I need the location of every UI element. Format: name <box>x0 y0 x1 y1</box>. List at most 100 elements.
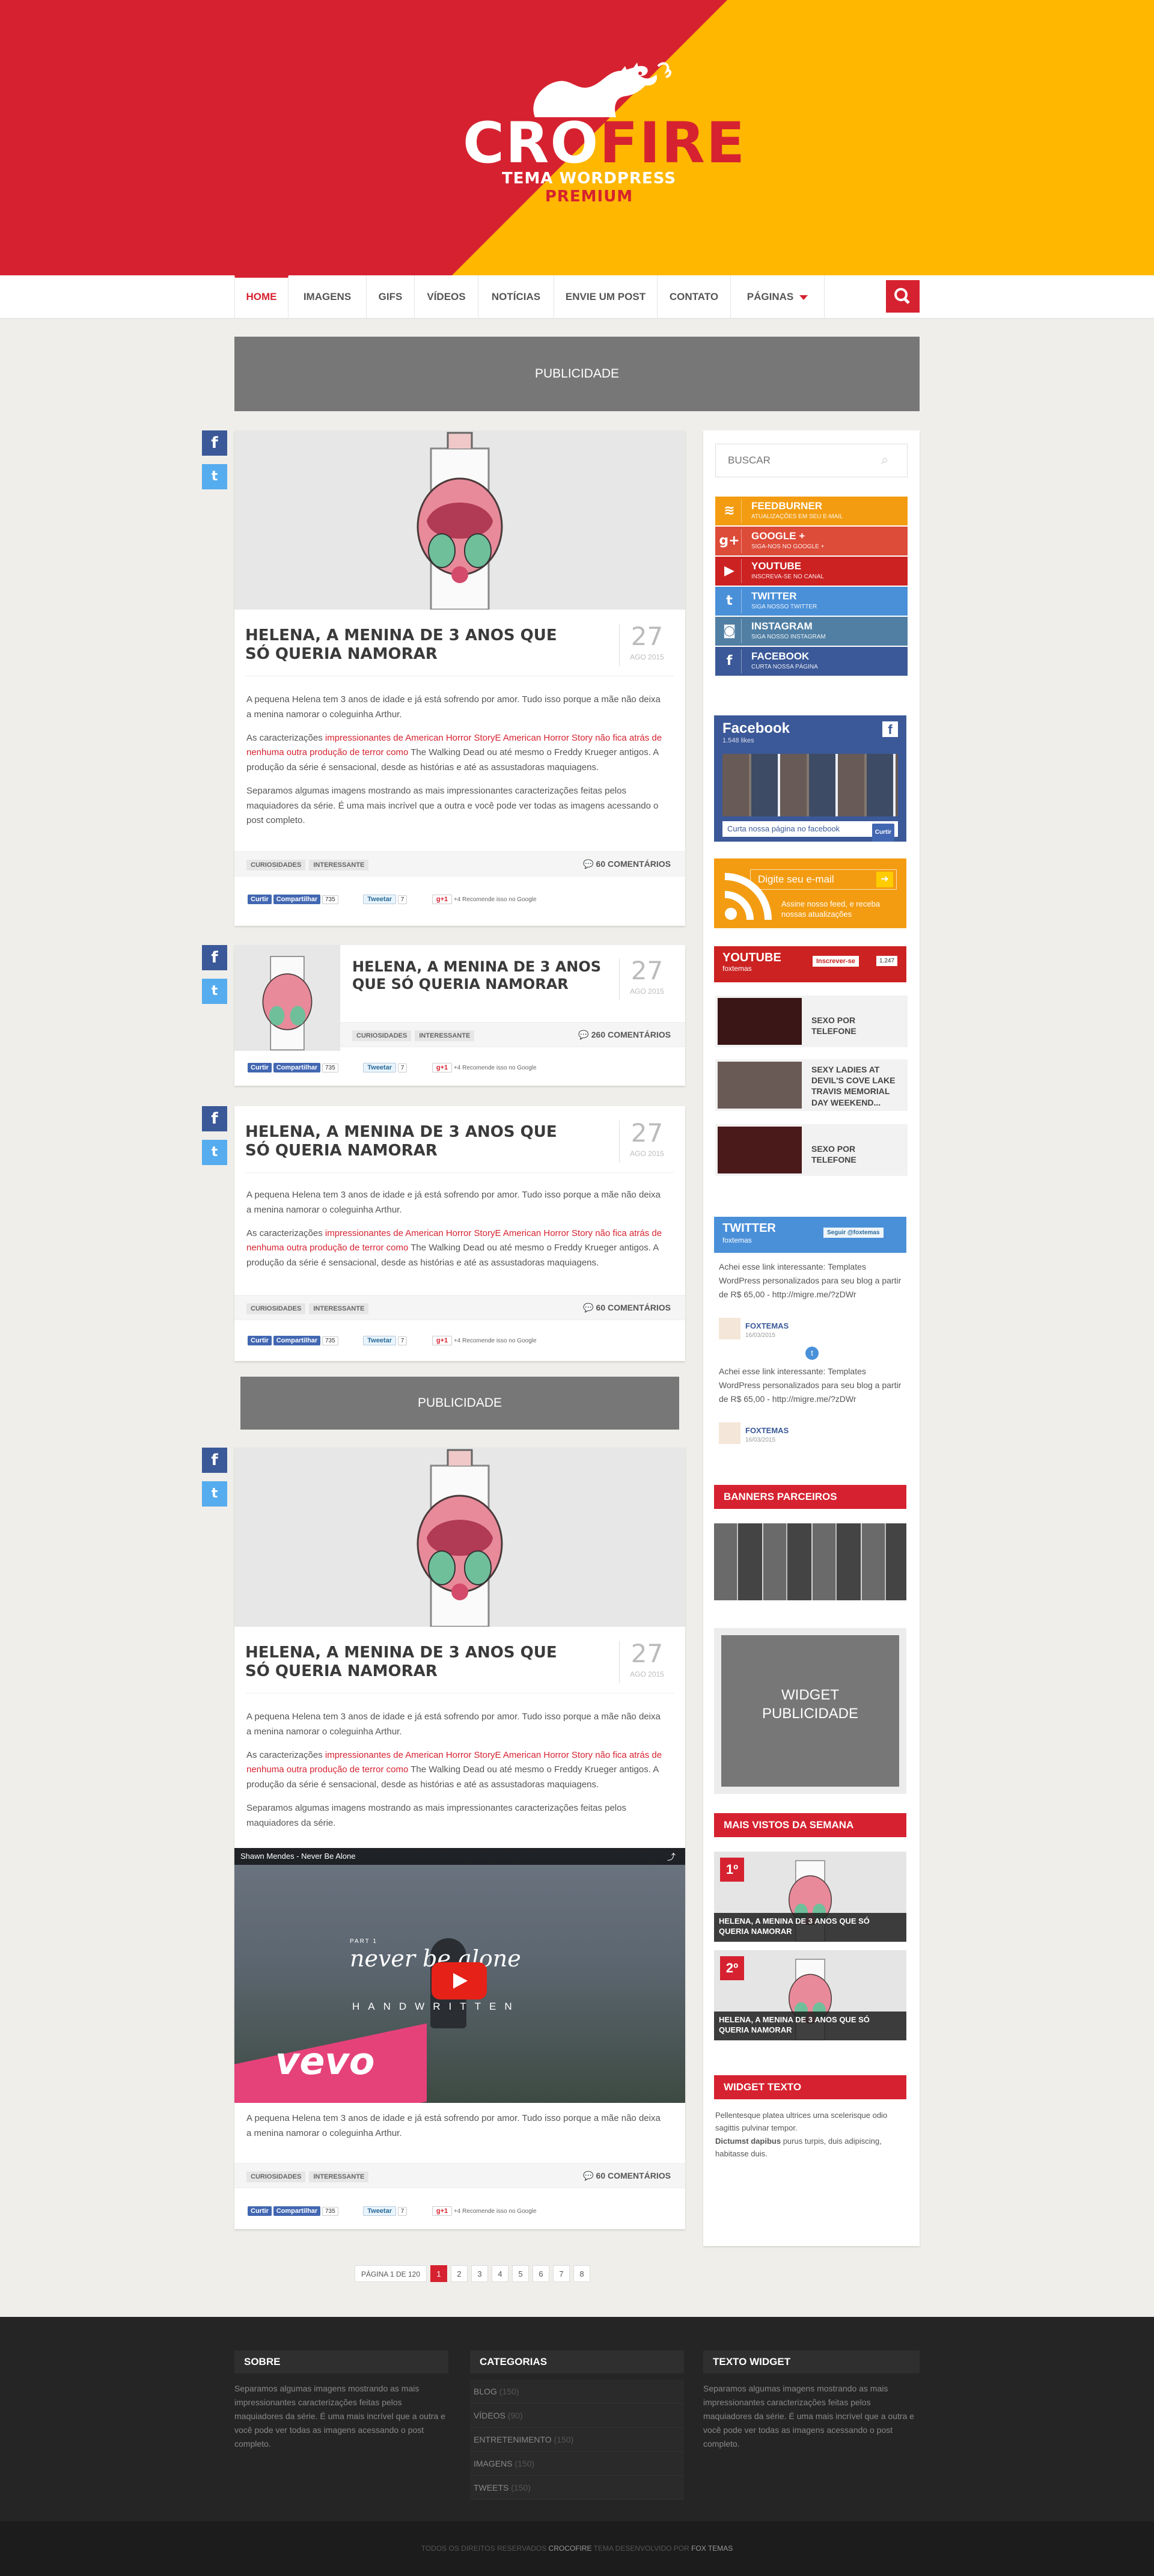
fb-share-button[interactable]: Compartilhar <box>273 2206 321 2216</box>
page-link[interactable]: 7 <box>553 2265 570 2282</box>
category-link[interactable]: BLOG (150) <box>470 2379 684 2403</box>
facebook-share-icon[interactable]: f <box>202 1448 227 1473</box>
twitter-share-icon[interactable]: t <box>202 979 227 1004</box>
fan-avatars[interactable] <box>722 754 898 816</box>
facebook-share-icon[interactable]: f <box>202 1106 227 1131</box>
ad-banner-top[interactable]: PUBLICIDADE <box>234 337 920 411</box>
newsletter-email-input[interactable]: Digite seu e-mail <box>750 869 897 890</box>
category-link[interactable]: IMAGENS (150) <box>470 2452 684 2476</box>
gplus-button[interactable]: g+1 <box>432 895 453 904</box>
category-link[interactable]: ENTRETENIMENTO (150) <box>470 2428 684 2452</box>
widget-ad[interactable]: WIDGET PUBLICIDADE <box>721 1635 899 1787</box>
share-icon[interactable]: ⤴ <box>667 1851 676 1863</box>
video-player[interactable]: Shawn Mendes - Never Be Alone ⤴ PART 1 n… <box>234 1848 685 2103</box>
gplus-button[interactable]: g+1 <box>432 1063 453 1072</box>
network-googleplus[interactable]: g+ GOOGLE + SIGA-NOS NO GOOGLE + <box>715 527 908 555</box>
twitter-share-icon[interactable]: t <box>202 464 227 489</box>
comments-link[interactable]: 💬 60 COMENTÁRIOS <box>583 1303 671 1313</box>
network-facebook[interactable]: f FACEBOOK CURTA NOSSA PÁGINA <box>715 647 908 676</box>
post-thumbnail[interactable] <box>234 430 685 610</box>
network-twitter[interactable]: t TWITTER SIGA NOSSO TWITTER <box>715 587 908 616</box>
youtube-video-item[interactable]: SEXO POR TELEFONE <box>715 1124 908 1176</box>
page-link[interactable]: 6 <box>533 2265 549 2282</box>
comments-link[interactable]: 💬 60 COMENTÁRIOS <box>583 859 671 869</box>
video-thumbnail <box>718 1062 802 1109</box>
comments-link[interactable]: 💬 60 COMENTÁRIOS <box>583 2171 671 2181</box>
fb-share-button[interactable]: Compartilhar <box>273 1063 321 1072</box>
tag-chip[interactable]: INTERESSANTE <box>309 1303 369 1314</box>
sidebar-search-input[interactable] <box>715 444 908 477</box>
arrow-right-icon[interactable]: ➜ <box>876 872 893 887</box>
most-viewed-item[interactable]: 1º HELENA, A MENINA DE 3 ANOS QUE SÓ QUE… <box>714 1852 906 1942</box>
category-link[interactable]: VÍDEOS (90) <box>470 2403 684 2428</box>
search-icon[interactable]: ⌕ <box>881 452 888 468</box>
nav-contato[interactable]: CONTATO <box>658 275 731 319</box>
video-thumbnail <box>718 998 802 1045</box>
gplus-button[interactable]: g+1 <box>432 1336 453 1345</box>
fb-like-button[interactable]: Curtir <box>248 1063 272 1072</box>
post-thumbnail[interactable] <box>234 945 340 1051</box>
tweet-button[interactable]: Tweetar <box>363 2206 396 2216</box>
tweet-user[interactable]: FOXTEMAS <box>745 1426 789 1435</box>
tag-chip[interactable]: INTERESSANTE <box>309 860 369 870</box>
twitter-follow-button[interactable]: Seguir @foxtemas <box>823 1228 884 1238</box>
header-search-button[interactable] <box>886 280 920 313</box>
fb-like-button[interactable]: Curtir <box>872 824 894 842</box>
tag-chip[interactable]: INTERESSANTE <box>415 1030 475 1041</box>
tweet-button[interactable]: Tweetar <box>363 1336 396 1345</box>
nav-imagens[interactable]: IMAGENS <box>288 275 367 319</box>
brand-link[interactable]: CROCOFIRE <box>549 2544 592 2553</box>
youtube-video-item[interactable]: SEXO POR TELEFONE <box>715 996 908 1047</box>
tag-chip[interactable]: CURIOSIDADES <box>246 2171 306 2182</box>
page-link[interactable]: 3 <box>471 2265 488 2282</box>
tag-chip[interactable]: CURIOSIDADES <box>246 860 306 870</box>
nav-noticias[interactable]: NOTÍCIAS <box>478 275 554 319</box>
tag-chip[interactable]: CURIOSIDADES <box>246 1303 306 1314</box>
page-link[interactable]: 1 <box>430 2265 447 2282</box>
fb-share-button[interactable]: Compartilhar <box>273 1336 321 1345</box>
page-link[interactable]: 2 <box>451 2265 468 2282</box>
post-title[interactable]: HELENA, A MENINA DE 3 ANOS QUE SÓ QUERIA… <box>245 1123 582 1160</box>
post-thumbnail[interactable] <box>234 1448 685 1627</box>
nav-gifs[interactable]: GIFS <box>367 275 415 319</box>
page-link[interactable]: 8 <box>573 2265 590 2282</box>
avatar[interactable] <box>719 1318 740 1339</box>
avatar[interactable] <box>719 1422 740 1444</box>
youtube-video-item[interactable]: SEXY LADIES AT DEVIL'S COVE LAKE TRAVIS … <box>715 1059 908 1111</box>
nav-home[interactable]: HOME <box>234 275 288 319</box>
page-link[interactable]: 4 <box>492 2265 508 2282</box>
tweet-user[interactable]: FOXTEMAS <box>745 1321 789 1330</box>
fb-share-button[interactable]: Compartilhar <box>273 895 321 904</box>
tag-chip[interactable]: CURIOSIDADES <box>352 1030 412 1041</box>
youtube-subscribe-button[interactable]: Inscrever-se <box>813 956 859 967</box>
facebook-share-icon[interactable]: f <box>202 430 227 456</box>
facebook-share-icon[interactable]: f <box>202 945 227 970</box>
most-viewed-item[interactable]: 2º HELENA, A MENINA DE 3 ANOS QUE SÓ QUE… <box>714 1950 906 2040</box>
comments-link[interactable]: 💬 260 COMENTÁRIOS <box>578 1030 671 1040</box>
ad-banner-mid[interactable]: PUBLICIDADE <box>240 1377 679 1430</box>
author-link[interactable]: FOX TEMAS <box>691 2544 733 2553</box>
play-button[interactable] <box>432 1962 487 1999</box>
twitter-share-icon[interactable]: t <box>202 1140 227 1165</box>
tag-chip[interactable]: INTERESSANTE <box>309 2171 369 2182</box>
tweet-button[interactable]: Tweetar <box>363 895 396 904</box>
post-title[interactable]: HELENA, A MENINA DE 3 ANOS QUE SÓ QUERIA… <box>245 1644 582 1681</box>
site-logo[interactable]: CROFIRE TEMA WORDPRESS PREMIUM <box>463 60 745 206</box>
fb-like-button[interactable]: Curtir <box>248 2206 272 2216</box>
fb-like-button[interactable]: Curtir <box>248 1336 272 1345</box>
post-title[interactable]: HELENA, A MENINA DE 3 ANOS QUE SÓ QUERIA… <box>245 626 582 664</box>
network-feedburner[interactable]: ≋ FEEDBURNER ATUALIZAÇÕES EM SEU E-MAIL <box>715 497 908 525</box>
partner-banners[interactable] <box>714 1523 906 1600</box>
tweet-button[interactable]: Tweetar <box>363 1063 396 1072</box>
post-title[interactable]: HELENA, A MENINA DE 3 ANOS QUE SÓ QUERIA… <box>352 958 605 993</box>
gplus-button[interactable]: g+1 <box>432 2206 453 2216</box>
network-instagram[interactable]: ◙ INSTAGRAM SIGA NOSSO INSTAGRAM <box>715 617 908 646</box>
fb-like-button[interactable]: Curtir <box>248 895 272 904</box>
nav-videos[interactable]: VÍDEOS <box>415 275 478 319</box>
nav-paginas[interactable]: PÁGINAS <box>731 275 825 319</box>
nav-envie-um-post[interactable]: ENVIE UM POST <box>554 275 658 319</box>
twitter-share-icon[interactable]: t <box>202 1481 227 1507</box>
page-link[interactable]: 5 <box>512 2265 529 2282</box>
network-youtube[interactable]: ▶ YOUTUBE INSCREVA-SE NO CANAL <box>715 557 908 586</box>
category-link[interactable]: TWEETS (150) <box>470 2476 684 2500</box>
